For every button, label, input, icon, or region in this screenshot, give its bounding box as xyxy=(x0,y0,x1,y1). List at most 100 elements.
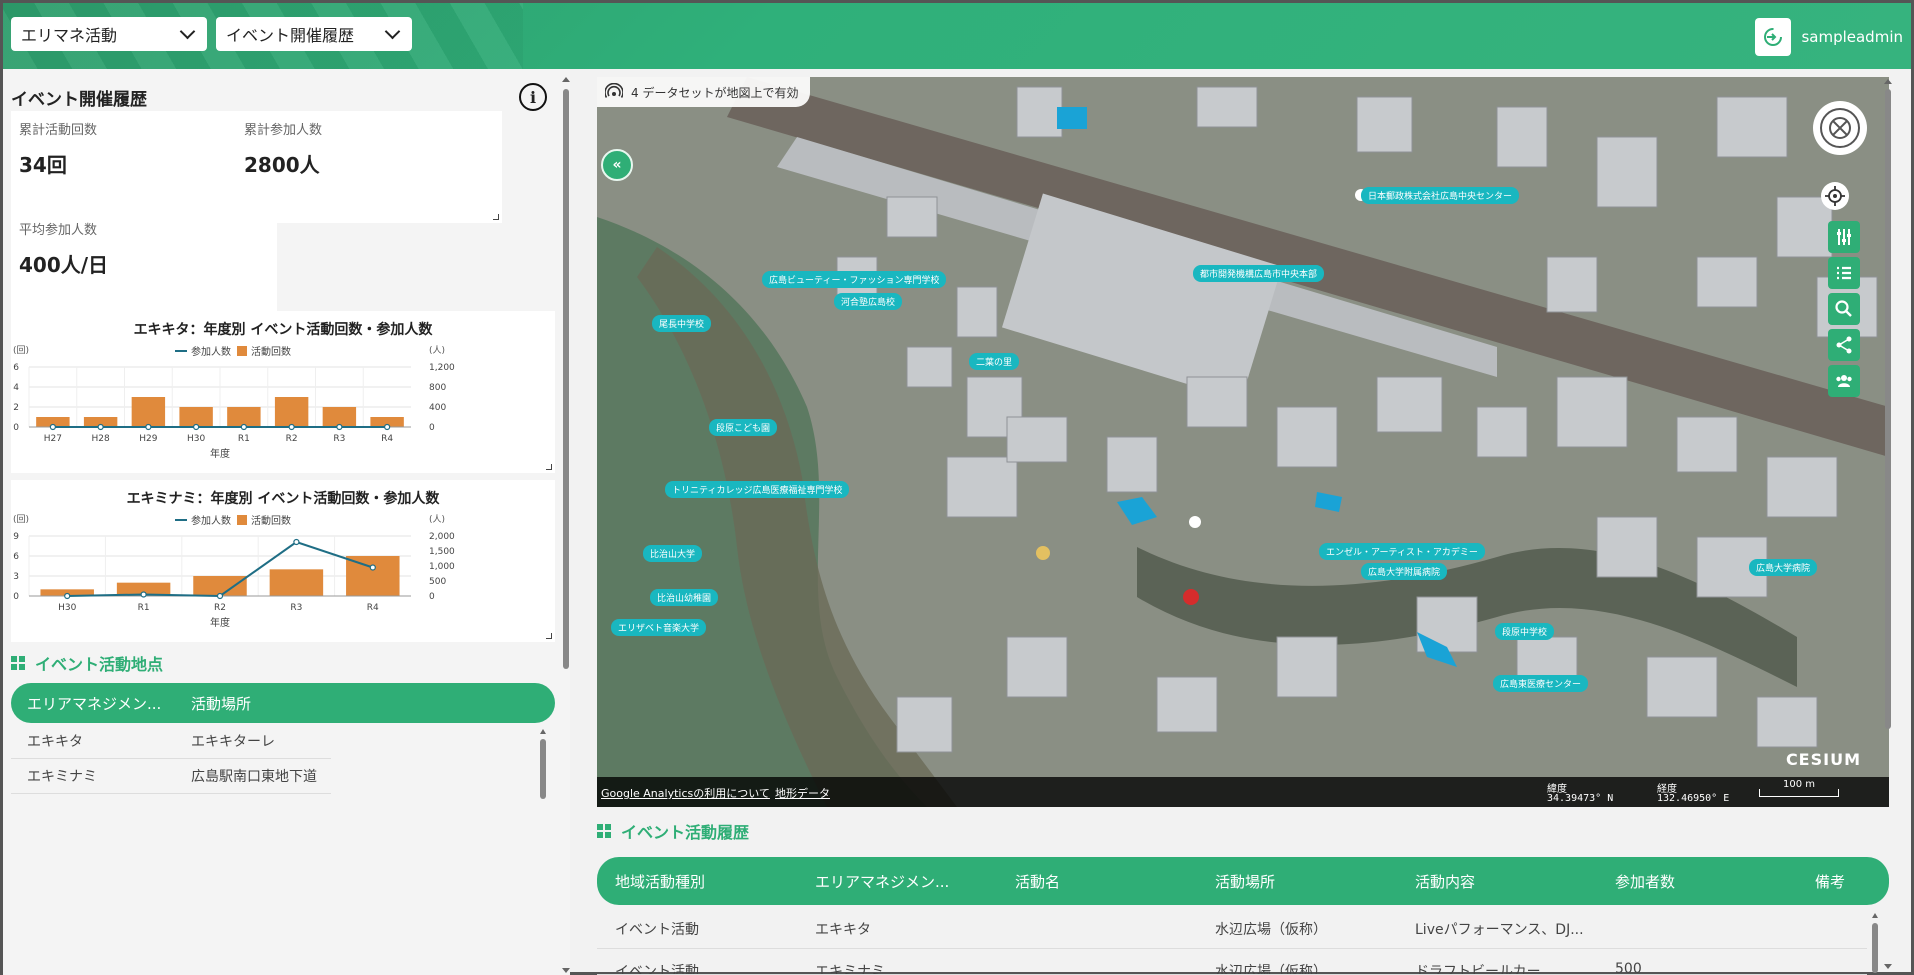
map-label[interactable]: 尾長中学校 xyxy=(652,315,712,332)
table-cell: 水辺広場（仮称） xyxy=(1215,921,1327,938)
scroll-up-icon[interactable] xyxy=(562,77,570,82)
map-label[interactable]: 比治山幼稚園 xyxy=(650,589,719,606)
stat-label: 平均参加人数 xyxy=(19,223,98,238)
app-header: エリマネ活動 イベント開催履歴 sampleadmin xyxy=(3,3,1911,69)
column-header[interactable]: 活動内容 xyxy=(1415,871,1475,892)
stat-label: 累計参加人数 xyxy=(244,123,323,138)
column-header[interactable]: 参加者数 xyxy=(1615,871,1675,892)
x-axis-label: 年度 xyxy=(210,616,230,629)
column-header[interactable]: 活動場所 xyxy=(1215,871,1275,892)
chart-card-ekikita: エキキタ：年度別 イベント活動回数・参加人数 (回) (人) 参加人数 活動回数 0 2 4… xyxy=(11,311,555,473)
chevron-down-icon xyxy=(179,25,197,43)
y-axis-label-left: (回) xyxy=(13,345,29,356)
map-label[interactable]: 二葉の里 xyxy=(969,353,1020,370)
legend-label: 活動回数 xyxy=(251,514,291,527)
history-section-label: イベント活動履歴 xyxy=(621,823,750,842)
map-label[interactable]: 都市開発機構広島市中央本部 xyxy=(1193,265,1325,282)
compass-icon[interactable] xyxy=(1813,101,1867,155)
table-cell: エキキタ xyxy=(815,921,871,938)
user-menu[interactable]: sampleadmin xyxy=(1755,17,1903,57)
scrollbar-thumb[interactable] xyxy=(563,89,569,669)
line-point xyxy=(293,538,300,546)
terrain-link[interactable]: 地形データ xyxy=(775,785,830,801)
map-viewer[interactable]: 4 データセットが地図上で有効 « 広島ビューティー・ファッション専門学校 河合… xyxy=(597,77,1889,807)
map-label[interactable]: 広島東医療センター xyxy=(1493,675,1589,692)
x-tick: H30 xyxy=(58,603,76,613)
left-panel-scrollbar[interactable] xyxy=(561,77,570,973)
map-label[interactable]: 広島大学病院 xyxy=(1749,559,1818,576)
resize-handle-icon[interactable] xyxy=(546,633,552,639)
scroll-down-icon[interactable] xyxy=(1884,964,1892,969)
locations-scrollbar[interactable] xyxy=(539,729,547,799)
table-row[interactable]: イベント活動 エキキタ 水辺広場（仮称） Liveパフォーマンス、DJ... xyxy=(597,909,1867,949)
y-tick-right: 2,000 xyxy=(429,532,455,542)
dataset-status[interactable]: 4 データセットが地図上で有効 xyxy=(597,77,811,107)
y-axis-label-right: (人) xyxy=(429,345,445,356)
y-tick-right: 0 xyxy=(429,423,435,433)
map-label[interactable]: 段原中学校 xyxy=(1495,623,1555,640)
line-point xyxy=(140,591,147,598)
scale-label: 100 m xyxy=(1783,779,1816,790)
map-label[interactable]: 段原こども園 xyxy=(709,419,778,436)
y-axis-label-right: (人) xyxy=(429,514,445,525)
column-header[interactable]: 地域活動種別 xyxy=(615,871,705,892)
search-icon[interactable] xyxy=(1828,293,1860,325)
user-name: sampleadmin xyxy=(1801,28,1903,46)
locate-icon[interactable] xyxy=(1821,182,1849,210)
resize-handle-icon[interactable] xyxy=(493,214,499,220)
table-cell: ドラフトビールカー xyxy=(1415,964,1541,975)
column-header[interactable]: 備考 xyxy=(1815,871,1845,892)
list-icon[interactable] xyxy=(1828,257,1860,289)
chart-ekiminami: (回) (人) 参加人数 活動回数 0 3 6 9 0 500 1,000 1,500 2,000 H30… xyxy=(13,514,455,629)
x-tick: R2 xyxy=(214,603,226,613)
y-tick-left: 0 xyxy=(13,592,19,602)
locations-section-label: イベント活動地点 xyxy=(35,655,164,674)
legend-swatch-bar xyxy=(237,515,247,525)
column-header[interactable]: エリアマネジメン... xyxy=(27,693,161,714)
y-tick-right: 1,200 xyxy=(429,363,455,373)
page-dropdown[interactable]: イベント開催履歴 xyxy=(216,17,412,51)
legend-label: 活動回数 xyxy=(251,345,291,358)
info-icon[interactable]: i xyxy=(519,83,547,111)
x-tick: R2 xyxy=(286,434,298,444)
category-dropdown-value: エリマネ活動 xyxy=(21,26,118,45)
scrollbar-thumb[interactable] xyxy=(1885,89,1891,729)
table-row[interactable]: エキミナミ 広島駅南口東地下道 xyxy=(11,759,331,794)
logout-icon[interactable] xyxy=(1755,18,1792,56)
map-label[interactable]: 比治山大学 xyxy=(643,545,703,562)
map-label[interactable]: 河合塾広島校 xyxy=(834,293,903,310)
share-network-icon[interactable] xyxy=(1828,329,1860,361)
resize-handle-icon[interactable] xyxy=(546,464,552,470)
line-point xyxy=(216,592,224,600)
map-label[interactable]: 広島大学附属病院 xyxy=(1361,563,1448,580)
settings-sliders-icon[interactable] xyxy=(1828,221,1860,253)
y-tick-left: 4 xyxy=(13,383,19,393)
history-table-scrollbar[interactable] xyxy=(1871,913,1879,973)
category-dropdown[interactable]: エリマネ活動 xyxy=(11,17,207,51)
map-label[interactable]: 日本郵政株式会社広島中央センター xyxy=(1361,187,1520,204)
map-label[interactable]: トリニティカレッジ広島医療福祉専門学校 xyxy=(665,481,850,498)
column-header[interactable]: 活動場所 xyxy=(191,693,251,714)
bar xyxy=(274,397,309,427)
map-label[interactable]: 広島ビューティー・ファッション専門学校 xyxy=(762,271,947,288)
column-header[interactable]: 活動名 xyxy=(1015,871,1060,892)
stat-label: 累計活動回数 xyxy=(19,123,98,138)
scroll-up-icon[interactable] xyxy=(1884,79,1892,84)
stat-value: 2800人 xyxy=(244,153,320,177)
map-label[interactable]: エンゼル・アーティスト・アカデミー xyxy=(1319,543,1485,560)
users-icon[interactable] xyxy=(1828,365,1860,397)
column-header[interactable]: エリアマネジメン... xyxy=(815,871,949,892)
signal-icon xyxy=(605,83,623,98)
y-tick-left: 2 xyxy=(13,403,19,413)
table-row[interactable]: エキキタ エキキターレ xyxy=(11,724,331,759)
map-label[interactable]: エリザベト音楽大学 xyxy=(611,619,707,636)
collapse-panel-button[interactable]: « xyxy=(601,149,633,181)
table-row[interactable]: イベント活動 エキミナミ 水辺広場（仮称） ドラフトビールカー 500 xyxy=(597,949,1867,975)
x-tick: R3 xyxy=(333,434,345,444)
analytics-link[interactable]: Google Analyticsの利用について xyxy=(601,785,770,801)
x-tick: R3 xyxy=(290,603,302,613)
scroll-down-icon[interactable] xyxy=(562,968,570,973)
right-panel-scrollbar[interactable] xyxy=(1883,79,1893,969)
history-section-title: イベント活動履歴 xyxy=(597,819,749,843)
cesium-brand: CESIUM xyxy=(1785,750,1861,769)
